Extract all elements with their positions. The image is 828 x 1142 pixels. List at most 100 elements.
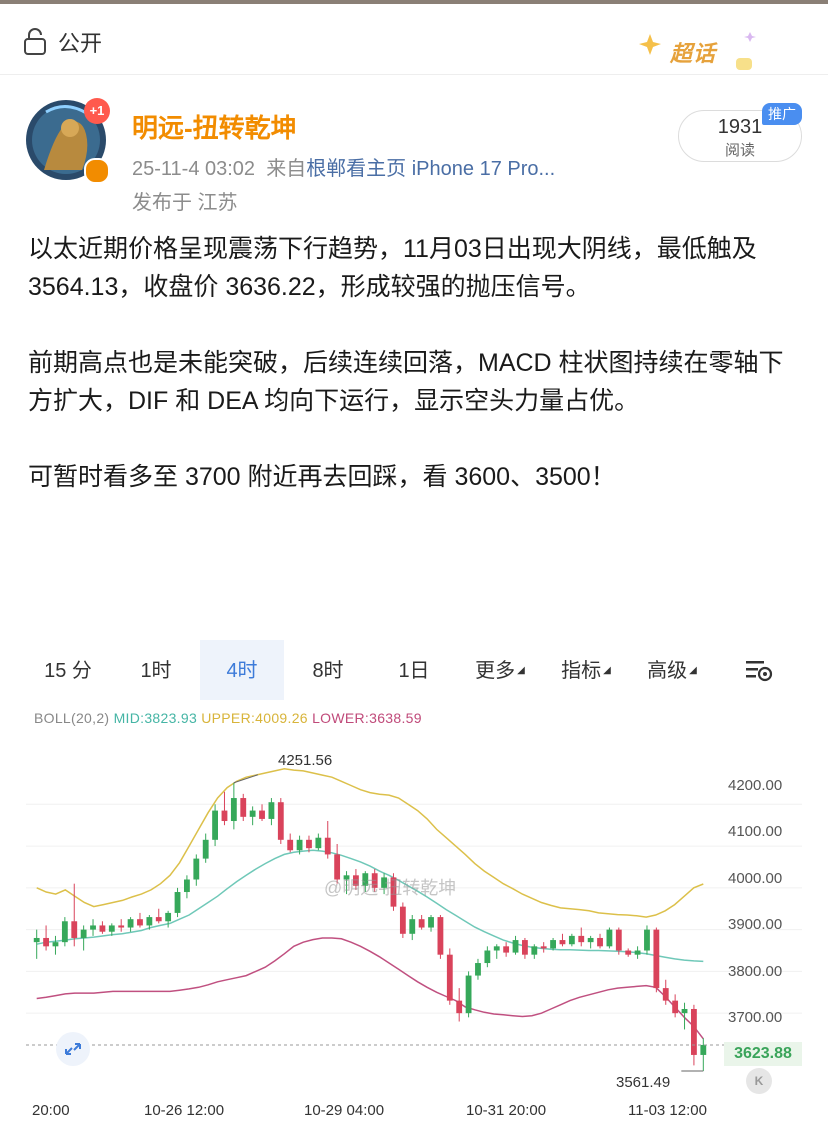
candle-body — [456, 1000, 463, 1014]
source-link[interactable]: 根郸看主页 iPhone 17 Pro... — [306, 158, 555, 180]
candle-body — [409, 919, 416, 934]
candle-body — [578, 935, 585, 943]
chart-watermark: @明远-扭转乾坤 — [324, 878, 457, 898]
candle-body — [540, 946, 547, 949]
notification-badge: +1 — [84, 98, 110, 124]
boll-lower-line — [36, 937, 704, 1040]
candle-body — [475, 963, 481, 976]
candle-body — [249, 810, 256, 817]
last-price-tag: 3623.88 — [724, 1042, 802, 1066]
lock-icon — [24, 28, 46, 55]
candle-body — [259, 810, 265, 819]
candle-body — [165, 912, 172, 922]
y-tick: 3800.00 — [728, 963, 783, 980]
candle-body — [493, 946, 500, 951]
candle-body — [33, 937, 40, 943]
candle-body — [653, 929, 660, 989]
candle-body — [662, 988, 669, 1001]
x-tick: 10-26 12:00 — [144, 1102, 225, 1119]
post-timestamp: 25-11-4 03:02 — [132, 158, 256, 180]
candle-body — [634, 950, 641, 955]
post-paragraph-1: 以太近期价格呈现震荡下行趋势，11月03日出现大阴线，最低触及 3564.13，… — [28, 235, 757, 301]
post-meta: 25-11-4 03:02 来自根郸看主页 iPhone 17 Pro... — [132, 152, 555, 181]
candle-body — [268, 802, 275, 819]
promote-tag[interactable]: 推广 — [762, 103, 802, 125]
candle-body — [146, 917, 153, 926]
candle-body — [315, 837, 322, 849]
boll-mid-line — [36, 849, 704, 963]
candle-body — [615, 929, 622, 951]
y-tick: 3700.00 — [728, 1009, 783, 1026]
post-location: 发布于 江苏 — [132, 192, 238, 214]
price-chart-image[interactable]: 15 分 1时 4时 8时 1日 更多 ◢ 指标 ◢ 高级 ◢ BOLL(20,2) … — [26, 640, 802, 1132]
verified-icon — [84, 158, 110, 184]
topic-badge-label: 超话 — [670, 41, 717, 66]
candle-body — [324, 837, 331, 855]
post-body: 以太近期价格呈现震荡下行趋势，11月03日出现大阴线，最低触及 3564.13，… — [28, 230, 808, 496]
candle-body — [80, 929, 87, 938]
high-marker — [233, 774, 259, 784]
x-tick: 10-31 20:00 — [466, 1102, 547, 1119]
candle-body — [230, 798, 237, 822]
y-tick: 4100.00 — [728, 823, 783, 840]
post-paragraph-2: 前期高点也是未能突破，后续连续回落，MACD 柱状图持续在零轴下方扩大，DIF … — [28, 349, 784, 415]
candle-body — [193, 858, 200, 880]
candle-body — [691, 1008, 697, 1055]
candle-body — [52, 942, 59, 947]
candle-body — [428, 917, 434, 928]
candle-body — [550, 940, 556, 949]
candle-body — [212, 810, 218, 840]
chart-logo-icon: K — [746, 1068, 772, 1094]
source-prefix: 来自 — [266, 158, 307, 180]
candle-body — [559, 940, 566, 945]
candle-body — [240, 798, 247, 817]
candle-body — [296, 839, 303, 851]
candle-body — [127, 919, 134, 928]
author-name[interactable]: 明远-扭转乾坤 — [132, 108, 297, 145]
candle-body — [287, 839, 294, 851]
candle-body — [118, 925, 125, 928]
candle-body — [306, 839, 312, 849]
window-top-edge — [0, 0, 828, 4]
candle-body — [568, 935, 575, 945]
high-price-label: 4251.56 — [278, 752, 333, 769]
candle-body — [99, 925, 106, 932]
candle-body — [399, 906, 406, 934]
x-tick: 11-03 12:00 — [628, 1102, 707, 1119]
candle-body — [522, 940, 528, 955]
candle-body — [644, 929, 650, 951]
candle-body — [90, 925, 96, 930]
candle-body — [155, 917, 162, 922]
candle-body — [625, 950, 632, 955]
visibility-label: 公开 — [58, 31, 103, 56]
candle-body — [681, 1008, 688, 1014]
low-price-label: 3561.49 — [616, 1074, 671, 1091]
candle-body — [512, 940, 519, 953]
candle-body — [277, 802, 284, 840]
expand-chart-button[interactable] — [56, 1032, 90, 1066]
candle-body — [446, 954, 453, 1001]
y-tick: 4000.00 — [728, 870, 783, 887]
visibility-indicator[interactable]: 公开 — [22, 26, 102, 58]
candle-body — [202, 839, 209, 859]
x-tick: 10-29 04:00 — [304, 1102, 385, 1119]
candle-body — [587, 937, 594, 943]
topic-badge[interactable]: 超话 — [638, 28, 758, 74]
candle-body — [606, 929, 613, 947]
y-tick: 4200.00 — [728, 777, 783, 794]
candle-body — [672, 1000, 679, 1014]
candle-body — [437, 917, 444, 955]
expand-icon — [65, 1043, 81, 1055]
candle-body — [418, 919, 425, 928]
header-divider — [0, 74, 828, 75]
candle-body — [184, 879, 190, 893]
x-tick: 20:00 — [32, 1102, 70, 1119]
candle-body — [465, 975, 472, 1014]
candle-body — [43, 937, 49, 947]
candle-body — [221, 810, 228, 822]
post-paragraph-3: 可暂时看多至 3700 附近再去回踩，看 3600、3500！ — [28, 463, 616, 491]
candle-body — [137, 919, 143, 926]
candle-body — [700, 1044, 707, 1055]
candle-body — [61, 921, 68, 943]
candle-body — [531, 946, 538, 955]
